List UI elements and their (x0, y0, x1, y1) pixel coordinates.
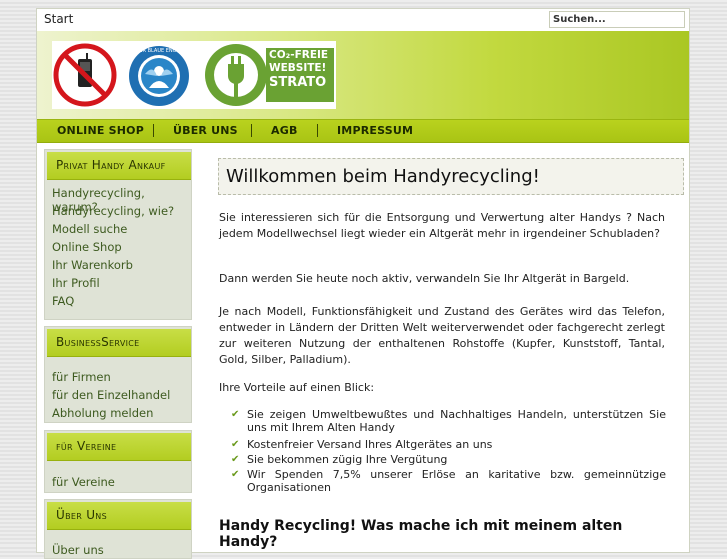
sidebar-item-profil[interactable]: Ihr Profil (52, 276, 100, 290)
sidebar-item-fuer-firmen[interactable]: für Firmen (52, 370, 111, 384)
blue-angel-label: DER BLAUE ENGEL (136, 48, 183, 54)
sidebar-item-einzelhandel[interactable]: für den Einzelhandel (52, 388, 170, 402)
search-input[interactable] (549, 11, 685, 28)
sidebar-box-title: BusinessService (47, 329, 191, 357)
sidebar-box-ueber-uns: Über Uns Über uns (44, 499, 192, 559)
sidebar-box-privat: Privat Handy Ankauf Handyrecycling, waru… (44, 149, 192, 320)
sidebar-item-faq[interactable]: FAQ (52, 294, 74, 308)
list-item: ✔ Sie zeigen Umweltbewußtes und Nachhalt… (231, 408, 666, 434)
top-bar: Start (37, 9, 689, 32)
strato-badge: CO₂-FREIE WEBSITE! STRATO (203, 42, 336, 108)
nav-impressum[interactable]: IMPRESSUM (337, 124, 413, 137)
sidebar-box-business: BusinessService für Firmen für den Einze… (44, 326, 192, 423)
sidebar-box-title: Über Uns (47, 502, 191, 530)
list-item: ✔ Sie bekommen zügig Ihre Vergütung (231, 453, 448, 466)
checkmark-icon: ✔ (231, 454, 240, 465)
nav-ueber-uns[interactable]: ÜBER UNS (173, 124, 238, 137)
benefits-intro: Ihre Vorteile auf einen Blick: (219, 381, 375, 394)
intro-paragraph: Sie interessieren sich für die Entsorgun… (219, 211, 665, 240)
nav-divider (317, 124, 318, 137)
website-label: WEBSITE! (269, 62, 327, 74)
start-link[interactable]: Start (44, 12, 73, 26)
sidebar-item-warenkorb[interactable]: Ihr Warenkorb (52, 258, 133, 272)
list-item: ✔ Kostenfreier Versand Ihres Altgerätes … (231, 438, 493, 451)
page-container: Start DER BLAUE ENGEL (36, 8, 690, 559)
checkmark-icon: ✔ (231, 439, 240, 450)
no-phone-icon (53, 43, 117, 107)
sidebar-item-fuer-vereine[interactable]: für Vereine (52, 475, 115, 489)
sidebar-item-modell-suche[interactable]: Modell suche (52, 222, 127, 236)
strato-label: STRATO (269, 75, 327, 90)
nav-divider (153, 124, 154, 137)
list-item: ✔ Wir Spenden 7,5% unserer Erlöse an kar… (231, 468, 666, 494)
reuse-paragraph: Je nach Modell, Funktionsfähigkeit und Z… (219, 305, 665, 366)
sidebar-item-abholung[interactable]: Abholung melden (52, 406, 153, 420)
checkmark-icon: ✔ (231, 469, 240, 480)
co2-free-label: CO₂-FREIE (269, 49, 329, 61)
checkmark-icon: ✔ (231, 409, 240, 420)
blue-angel-icon: DER BLAUE ENGEL (129, 46, 189, 106)
header-banner: DER BLAUE ENGEL CO₂-FREIE WEBSITE! STRAT… (37, 31, 689, 119)
nav-divider (251, 124, 252, 137)
cash-paragraph: Dann werden Sie heute noch aktiv, verwan… (219, 272, 630, 285)
sidebar-box-title: Privat Handy Ankauf (47, 152, 191, 180)
sidebar-box-title: für Vereine (47, 433, 191, 461)
sidebar-item-handyrecycling-wie[interactable]: Handyrecycling, wie? (52, 204, 174, 218)
nav-agb[interactable]: AGB (271, 124, 298, 137)
section-heading: Handy Recycling! Was mache ich mit meine… (219, 518, 623, 550)
nav-online-shop[interactable]: ONLINE SHOP (57, 124, 144, 137)
logo-strip: DER BLAUE ENGEL CO₂-FREIE WEBSITE! STRAT… (52, 41, 336, 109)
sidebar-box-vereine: für Vereine für Vereine (44, 430, 192, 493)
page-title: Willkommen beim Handyrecycling! (218, 158, 684, 195)
main-navigation: ONLINE SHOP ÜBER UNS AGB IMPRESSUM (37, 119, 689, 143)
sidebar-item-ueber-uns[interactable]: Über uns (52, 543, 104, 557)
sidebar-item-online-shop[interactable]: Online Shop (52, 240, 122, 254)
